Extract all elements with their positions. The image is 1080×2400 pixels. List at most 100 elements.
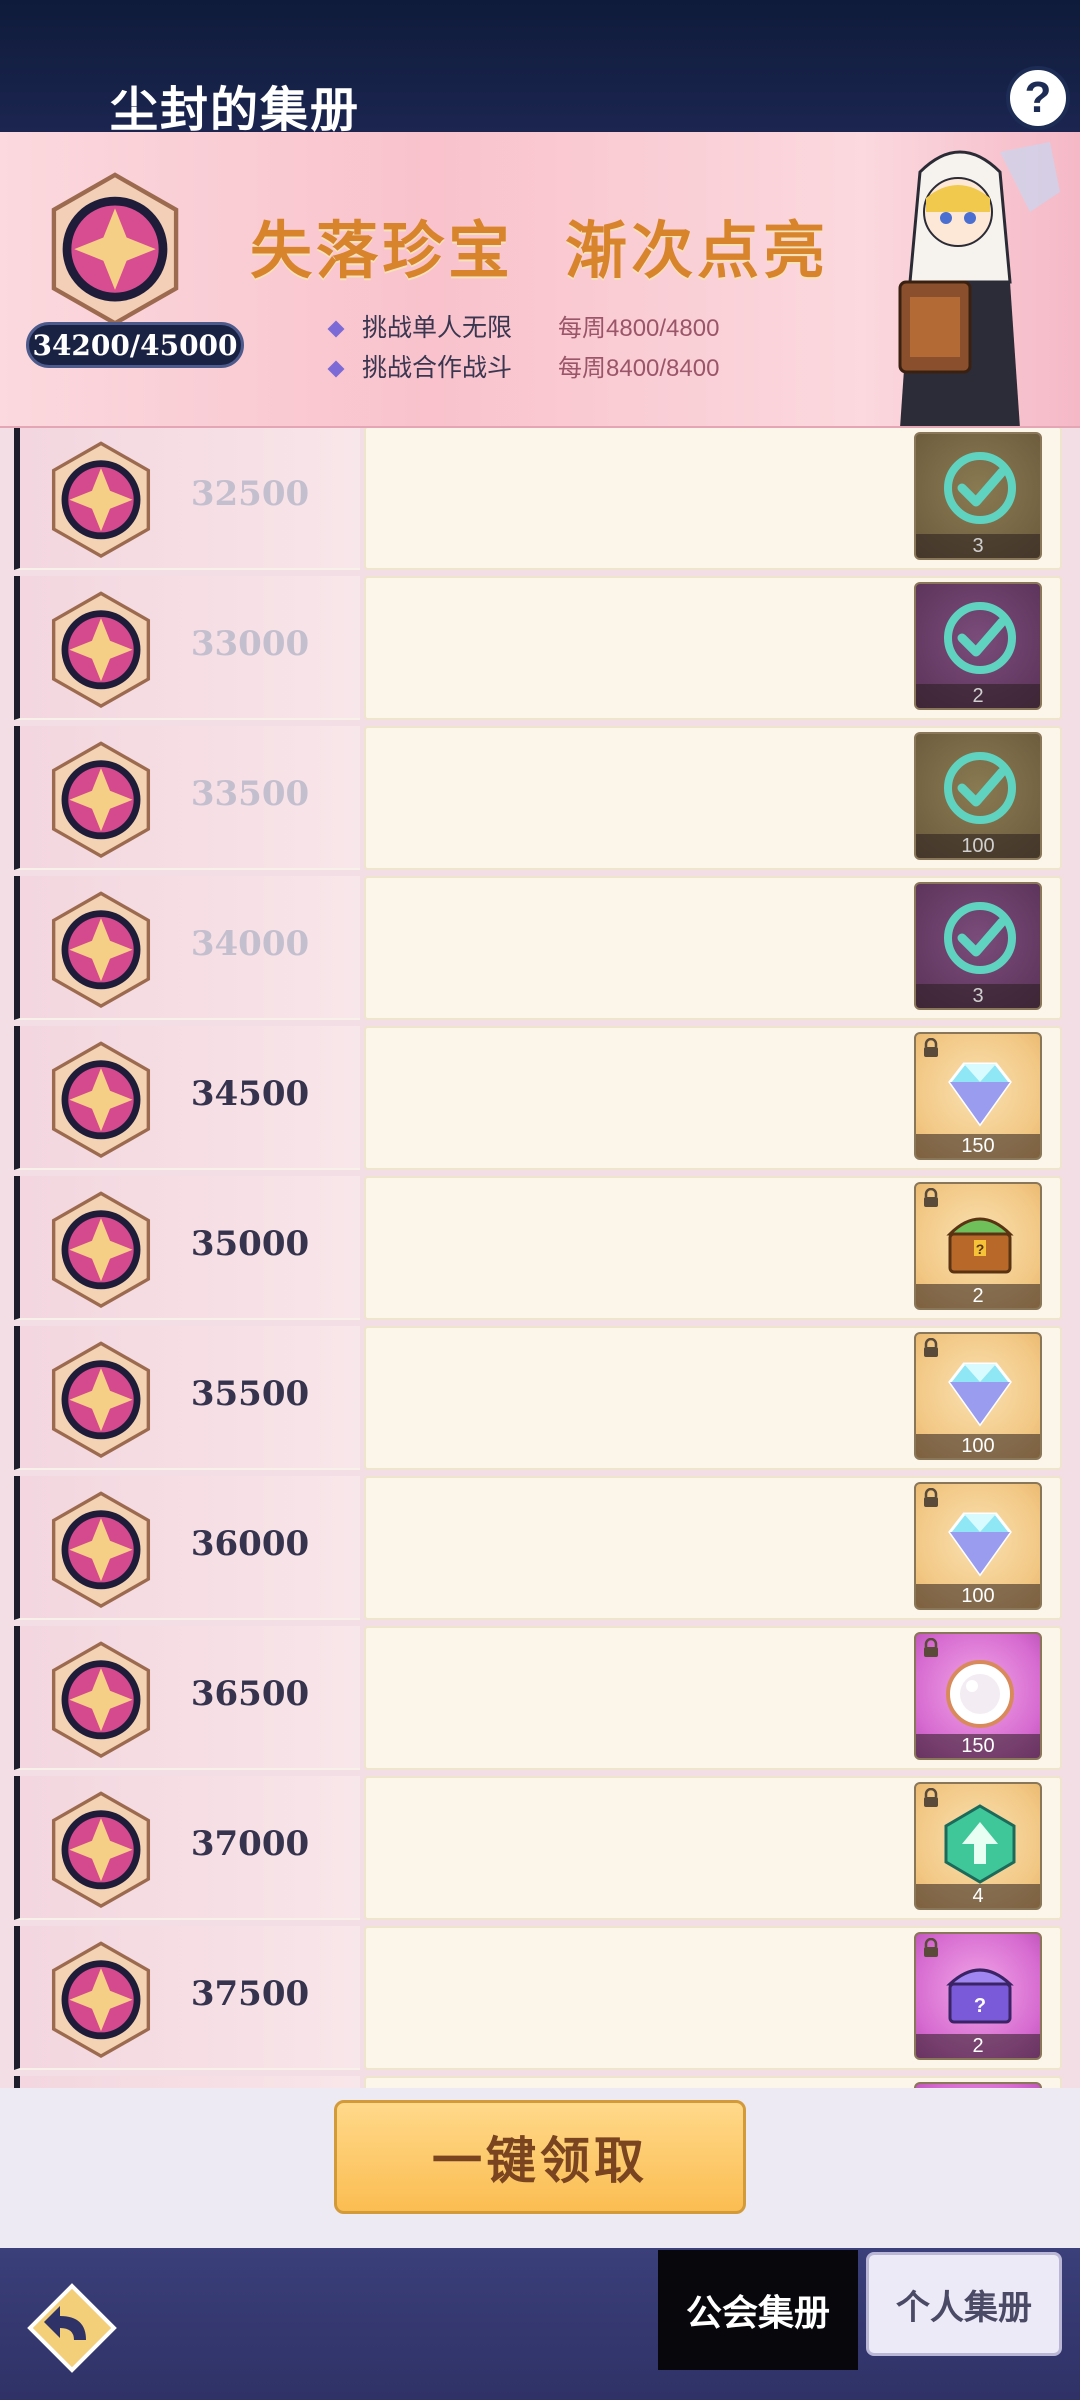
- claimed-check-icon: [944, 452, 1016, 524]
- reward-quantity: 3: [916, 984, 1040, 1008]
- reward-quantity: 100: [916, 834, 1040, 858]
- score-threshold: 35000: [190, 1224, 310, 1264]
- claimed-check-icon: [944, 752, 1016, 824]
- row-rewards: 15010000: [364, 1626, 1062, 1770]
- lock-icon: [924, 1338, 938, 1357]
- reward-quantity: 3: [916, 534, 1040, 558]
- reward-row: 37000 410000: [14, 1776, 1062, 1920]
- row-tier: 32500: [14, 428, 360, 570]
- reward-row: 36000 10010000: [14, 1476, 1062, 1620]
- collection-badge-icon: [51, 1791, 151, 1909]
- collection-badge-icon: [51, 741, 151, 859]
- weekly-task-solo: 挑战单人无限 每周4800/4800: [327, 308, 719, 344]
- score-threshold: 34000: [190, 924, 310, 964]
- bullet-icon: [327, 360, 345, 378]
- score-threshold: 33500: [190, 774, 310, 814]
- top-bar: 尘封的集册 ?: [0, 0, 1080, 138]
- collection-badge-icon: [51, 1641, 151, 1759]
- reward-item[interactable]: 3: [914, 432, 1042, 560]
- score-threshold: 34500: [190, 1074, 310, 1114]
- reward-row: 37500 ?210000: [14, 1926, 1062, 2070]
- reward-row: 35500 10010000: [14, 1326, 1062, 1470]
- row-tier: 35000: [14, 1176, 360, 1320]
- reward-item[interactable]: ? 2: [914, 1932, 1042, 2060]
- weekly-task-coop: 挑战合作战斗 每周8400/8400: [327, 348, 719, 384]
- row-tier: [14, 2076, 360, 2088]
- reward-quantity: 4: [916, 1884, 1040, 1908]
- question-icon[interactable]: ?: [1006, 66, 1070, 130]
- collection-badge-icon: [51, 172, 179, 326]
- reward-quantity: 150: [916, 1734, 1040, 1758]
- reward-item[interactable]: 100: [914, 1332, 1042, 1460]
- reward-row: 33000 210000: [14, 576, 1062, 720]
- row-rewards: ?210000: [364, 1926, 1062, 2070]
- reward-row: 32500 310000: [14, 428, 1062, 570]
- reward-item[interactable]: 2: [914, 582, 1042, 710]
- nun-character-illustration: [898, 142, 1060, 426]
- row-rewards: 10010000: [364, 1326, 1062, 1470]
- score-threshold: 33000: [190, 624, 310, 664]
- reward-row: 33500 10010000: [14, 726, 1062, 870]
- reward-item[interactable]: 150: [914, 1632, 1042, 1760]
- collection-progress: 34200/45000: [26, 322, 244, 368]
- claimed-check-icon: [944, 602, 1016, 674]
- lock-icon: [924, 1938, 938, 1957]
- claim-all-button[interactable]: 一键领取: [334, 2100, 746, 2214]
- mystery-chest-icon: ?: [946, 1968, 1014, 2024]
- lock-icon: [924, 1638, 938, 1657]
- lock-icon: [924, 1488, 938, 1507]
- svg-text:?: ?: [974, 1995, 986, 2017]
- reward-item[interactable]: 3: [914, 882, 1042, 1010]
- diamond-icon: [948, 1062, 1012, 1127]
- score-threshold: 37500: [190, 1974, 310, 2014]
- treasure-chest-icon: ?: [946, 1217, 1014, 1274]
- reward-row: 35000?210000: [14, 1176, 1062, 1320]
- score-threshold: 35500: [190, 1374, 310, 1414]
- tab-guild-collection[interactable]: 公会集册: [658, 2250, 858, 2370]
- row-rewards: 10010000: [364, 1476, 1062, 1620]
- reward-item[interactable]: 100: [914, 1482, 1042, 1610]
- reward-quantity: 150: [916, 1134, 1040, 1158]
- row-tier: 37500: [14, 1926, 360, 2070]
- row-rewards: 310000: [364, 428, 1062, 570]
- row-tier: 35500: [14, 1326, 360, 1470]
- reward-quantity: 2: [916, 684, 1040, 708]
- banner-slogan: 失落珍宝 渐次点亮: [250, 214, 830, 287]
- tab-personal-collection[interactable]: 个人集册: [866, 2252, 1062, 2356]
- row-tier: 34500: [14, 1026, 360, 1170]
- reward-row: 36500 15010000: [14, 1626, 1062, 1770]
- collection-badge-icon: [51, 1041, 151, 1159]
- score-threshold: 36500: [190, 1674, 310, 1714]
- row-rewards: 210000: [364, 576, 1062, 720]
- upgrade-gem-icon: [944, 1804, 1016, 1884]
- score-threshold: 37000: [190, 1824, 310, 1864]
- row-tier: 36000: [14, 1476, 360, 1620]
- score-threshold: 32500: [190, 474, 310, 514]
- reward-row: [14, 2076, 1062, 2088]
- row-rewards: 10010000: [364, 726, 1062, 870]
- reward-item[interactable]: 150: [914, 1032, 1042, 1160]
- row-rewards: 15010000: [364, 1026, 1062, 1170]
- row-tier: 33000: [14, 576, 360, 720]
- row-tier: 33500: [14, 726, 360, 870]
- reward-list[interactable]: 32500 310000 33000 210000 33500 10010000 34000…: [0, 428, 1080, 2088]
- lock-icon: [924, 1038, 938, 1057]
- back-arrow-icon[interactable]: [26, 2282, 118, 2374]
- row-rewards: 410000: [364, 1776, 1062, 1920]
- diamond-icon: [948, 1512, 1012, 1577]
- collection-badge-icon: [51, 1191, 151, 1309]
- reward-row: 34000 310000: [14, 876, 1062, 1020]
- reward-item[interactable]: 100: [914, 732, 1042, 860]
- reward-quantity: 100: [916, 1584, 1040, 1608]
- lock-icon: [924, 1788, 938, 1807]
- page-title: 尘封的集册: [110, 82, 361, 138]
- reward-item[interactable]: ? 2: [914, 1182, 1042, 1310]
- row-tier: 37000: [14, 1776, 360, 1920]
- row-tier: 36500: [14, 1626, 360, 1770]
- reward-item[interactable]: 4: [914, 1782, 1042, 1910]
- row-rewards: [364, 2076, 1062, 2088]
- reward-quantity: 100: [916, 1434, 1040, 1458]
- pearl-orb-icon: [946, 1660, 1014, 1728]
- collection-badge-icon: [51, 891, 151, 1009]
- event-banner: 34200/45000 失落珍宝 渐次点亮 挑战单人无限 每周4800/4800 …: [0, 132, 1080, 428]
